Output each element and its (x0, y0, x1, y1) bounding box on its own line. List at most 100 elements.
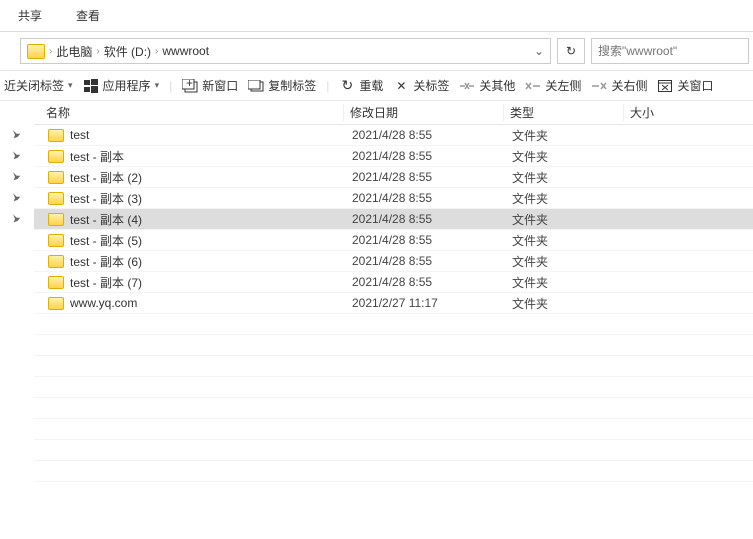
new-window-button[interactable]: + 新窗口 (182, 77, 238, 94)
file-type: 文件夹 (512, 232, 632, 249)
file-date: 2021/4/28 8:55 (352, 212, 512, 226)
folder-icon (48, 297, 64, 310)
chevron-down-icon: ▾ (68, 80, 73, 91)
column-headers: 名称 修改日期 类型 大小 (34, 101, 753, 125)
table-row[interactable]: test - 副本 (2)2021/4/28 8:55文件夹 (34, 167, 753, 188)
windows-icon (83, 78, 99, 94)
close-left-icon (525, 78, 541, 94)
file-date: 2021/4/28 8:55 (352, 254, 512, 268)
close-right-button[interactable]: 关右侧 (591, 77, 647, 94)
table-row-empty (34, 398, 753, 419)
table-row[interactable]: test - 副本 (3)2021/4/28 8:55文件夹 (34, 188, 753, 209)
file-date: 2021/4/28 8:55 (352, 191, 512, 205)
ribbon-tabs: 共享 查看 (0, 0, 753, 32)
refresh-button[interactable]: ↻ (557, 38, 585, 64)
file-name: test - 副本 (4) (70, 211, 352, 228)
folder-icon (48, 150, 64, 163)
file-name: test - 副本 (7) (70, 274, 352, 291)
header-name[interactable]: 名称 (34, 104, 344, 121)
file-name: test - 副本 (5) (70, 232, 352, 249)
table-row[interactable]: test - 副本 (6)2021/4/28 8:55文件夹 (34, 251, 753, 272)
table-row[interactable]: test - 副本 (4)2021/4/28 8:55文件夹 (34, 209, 753, 230)
header-size[interactable]: 大小 (624, 104, 654, 121)
crumb-folder[interactable]: wwwroot (162, 44, 209, 58)
recent-closed-tabs-button[interactable]: 近关闭标签 ▾ (4, 77, 73, 94)
address-bar-row: › 此电脑 › 软件 (D:) › wwwroot ⌄ ↻ (0, 32, 753, 71)
close-other-icon (459, 78, 475, 94)
table-row[interactable]: test - 副本 (5)2021/4/28 8:55文件夹 (34, 230, 753, 251)
file-type: 文件夹 (512, 274, 632, 291)
pin-icon[interactable] (0, 146, 34, 167)
crumb-pc[interactable]: 此电脑 (56, 43, 92, 60)
search-box[interactable] (591, 38, 749, 64)
crumb-drive[interactable]: 软件 (D:) (104, 43, 151, 60)
file-name: test - 副本 (3) (70, 190, 352, 207)
header-type[interactable]: 类型 (504, 104, 624, 121)
pin-strip (0, 101, 34, 525)
pin-icon[interactable] (0, 251, 34, 272)
pin-icon[interactable] (0, 230, 34, 251)
file-name: www.yq.com (70, 296, 352, 310)
content-area: 名称 修改日期 类型 大小 test2021/4/28 8:55文件夹test … (0, 101, 753, 525)
table-row-empty (34, 461, 753, 482)
pin-icon[interactable] (0, 209, 34, 230)
pin-icon[interactable] (0, 125, 34, 146)
file-type: 文件夹 (512, 211, 632, 228)
table-row[interactable]: www.yq.com2021/2/27 11:17文件夹 (34, 293, 753, 314)
copy-tab-icon (248, 78, 264, 94)
file-date: 2021/4/28 8:55 (352, 128, 512, 142)
table-row[interactable]: test2021/4/28 8:55文件夹 (34, 125, 753, 146)
svg-text:+: + (186, 79, 193, 90)
close-tab-button[interactable]: ✕ 关标签 (393, 77, 449, 94)
separator: | (169, 79, 172, 93)
table-row-empty (34, 419, 753, 440)
table-row-empty (34, 440, 753, 461)
table-row-empty (34, 335, 753, 356)
file-name: test (70, 128, 352, 142)
table-row-empty (34, 314, 753, 335)
chevron-right-icon: › (155, 46, 158, 57)
close-other-button[interactable]: 关其他 (459, 77, 515, 94)
pin-icon[interactable] (0, 272, 34, 293)
file-name: test - 副本 (70, 148, 352, 165)
close-window-button[interactable]: 关窗口 (657, 77, 713, 94)
copy-tab-button[interactable]: 复制标签 (248, 77, 316, 94)
folder-icon (48, 213, 64, 226)
table-row[interactable]: test - 副本2021/4/28 8:55文件夹 (34, 146, 753, 167)
reload-icon: ↻ (339, 78, 355, 94)
tab-view[interactable]: 查看 (72, 5, 104, 26)
close-window-icon (657, 78, 673, 94)
close-icon: ✕ (393, 78, 409, 94)
close-left-button[interactable]: 关左侧 (525, 77, 581, 94)
table-row-empty (34, 377, 753, 398)
file-name: test - 副本 (2) (70, 169, 352, 186)
file-type: 文件夹 (512, 148, 632, 165)
file-type: 文件夹 (512, 169, 632, 186)
reload-button[interactable]: ↻ 重载 (339, 77, 383, 94)
breadcrumb[interactable]: › 此电脑 › 软件 (D:) › wwwroot ⌄ (20, 38, 551, 64)
header-date[interactable]: 修改日期 (344, 104, 504, 121)
toolbar: 近关闭标签 ▾ 应用程序 ▾ | + 新窗口 复制标签 | ↻ 重载 ✕ 关标签… (0, 71, 753, 101)
chevron-down-icon[interactable]: ⌄ (534, 44, 544, 58)
pin-icon[interactable] (0, 188, 34, 209)
tab-share[interactable]: 共享 (14, 5, 46, 26)
pin-icon[interactable] (0, 293, 34, 314)
file-date: 2021/4/28 8:55 (352, 233, 512, 247)
file-type: 文件夹 (512, 295, 632, 312)
file-type: 文件夹 (512, 190, 632, 207)
table-row[interactable]: test - 副本 (7)2021/4/28 8:55文件夹 (34, 272, 753, 293)
pin-icon[interactable] (0, 167, 34, 188)
folder-icon (48, 276, 64, 289)
separator: | (326, 79, 329, 93)
file-name: test - 副本 (6) (70, 253, 352, 270)
chevron-down-icon: ▾ (155, 80, 160, 91)
file-type: 文件夹 (512, 127, 632, 144)
file-list: 名称 修改日期 类型 大小 test2021/4/28 8:55文件夹test … (34, 101, 753, 525)
search-input[interactable] (598, 44, 742, 58)
folder-icon (48, 255, 64, 268)
apps-button[interactable]: 应用程序 ▾ (83, 77, 160, 94)
file-type: 文件夹 (512, 253, 632, 270)
refresh-icon: ↻ (566, 44, 576, 58)
folder-icon (48, 192, 64, 205)
file-date: 2021/4/28 8:55 (352, 275, 512, 289)
